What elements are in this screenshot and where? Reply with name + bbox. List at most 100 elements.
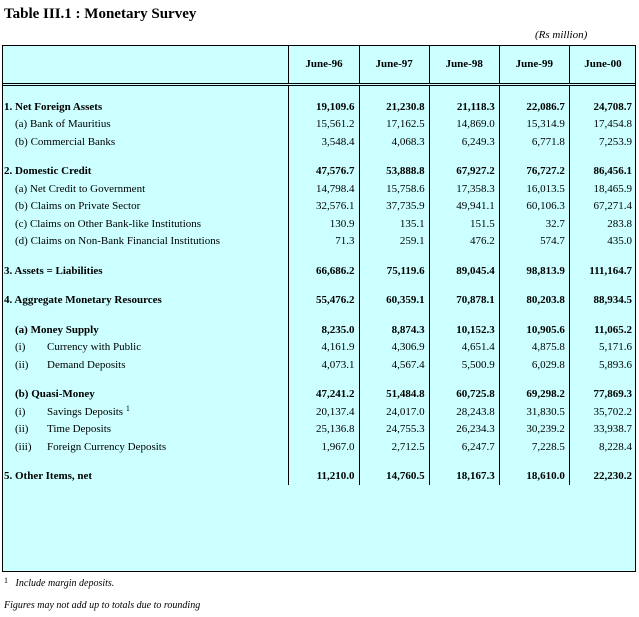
row-label: (i) Currency with Public (2, 339, 289, 357)
spacer-cell (498, 309, 570, 321)
row-label: (ii) Time Deposits (2, 421, 289, 439)
spacer-cell (568, 84, 636, 98)
table-row: (a) Money Supply 8,235.0 8,874.3 10,152.3 10… (2, 321, 636, 339)
value-cell: 22,086.7 (498, 98, 570, 116)
value-cell: 55,476.2 (288, 291, 360, 309)
value-cell: 18,465.9 (568, 180, 636, 198)
value-cell: 71.3 (288, 232, 360, 250)
value-cell: 10,152.3 (428, 321, 500, 339)
row-label: 5. Other Items, net (2, 468, 289, 486)
value-cell: 3,548.4 (288, 133, 360, 151)
value-cell: 17,358.3 (428, 180, 500, 198)
value-cell: 20,137.4 (288, 403, 360, 421)
column-header: June-97 (358, 45, 430, 86)
column-header: June-98 (428, 45, 500, 86)
spacer-row (2, 150, 636, 163)
value-cell: 2,712.5 (358, 438, 430, 456)
value-cell: 69,298.2 (498, 385, 570, 403)
value-cell: 259.1 (358, 232, 430, 250)
spacer-cell (288, 279, 360, 292)
footnote-text: Include margin deposits. (15, 578, 115, 589)
spacer-cell (288, 150, 360, 163)
spacer-cell (428, 279, 500, 292)
value-cell: 24,017.0 (358, 403, 430, 421)
value-cell: 24,755.3 (358, 420, 430, 438)
value-cell: 5,893.6 (568, 356, 636, 374)
spacer-cell (568, 150, 636, 163)
value-cell: 4,073.1 (288, 356, 360, 374)
row-label: (b) Claims on Private Sector (2, 198, 289, 216)
spacer-row (2, 250, 636, 262)
value-cell: 28,243.8 (428, 403, 500, 421)
spacer-cell (358, 250, 430, 262)
column-header: June-00 (568, 45, 636, 86)
value-cell: 18,610.0 (498, 467, 570, 485)
spacer-cell (568, 455, 636, 468)
spacer-cell (288, 309, 360, 321)
value-cell: 98,813.9 (498, 262, 570, 280)
spacer-cell (358, 279, 430, 292)
value-cell: 76,727.2 (498, 162, 570, 180)
table-row: 3. Assets = Liabilities 66,686.2 75,119.6 8… (2, 262, 636, 280)
table-row: (ii) Demand Deposits 4,073.1 4,567.4 5,500.9… (2, 356, 636, 374)
value-cell: 14,760.5 (358, 467, 430, 485)
row-label: 3. Assets = Liabilities (2, 262, 289, 280)
row-label: (a) Money Supply (2, 321, 289, 339)
spacer-cell (288, 373, 360, 386)
value-cell: 51,484.8 (358, 385, 430, 403)
value-cell: 60,725.8 (428, 385, 500, 403)
value-cell: 4,161.9 (288, 338, 360, 356)
value-cell: 283.8 (568, 215, 636, 233)
value-cell: 60,106.3 (498, 197, 570, 215)
value-cell: 86,456.1 (568, 162, 636, 180)
spacer-cell (2, 456, 289, 468)
item-label: Demand Deposits (47, 358, 126, 371)
footnote-mark: 1 (4, 576, 8, 585)
spacer-cell (568, 309, 636, 321)
spacer-cell (428, 455, 500, 468)
spacer-cell (568, 279, 636, 292)
spacer-cell (428, 250, 500, 262)
item-label: Currency with Public (47, 341, 142, 354)
table-body: 1. Net Foreign Assets 19,109.6 21,230.8 21,… (2, 84, 636, 486)
spacer-cell (498, 250, 570, 262)
spacer-row (2, 309, 636, 321)
value-cell: 4,651.4 (428, 338, 500, 356)
row-label: (d) Claims on Non-Bank Financial Institu… (2, 233, 289, 251)
value-cell: 11,210.0 (288, 467, 360, 485)
spacer-cell (428, 373, 500, 386)
item-label: 4. Aggregate Monetary Resources (4, 294, 162, 307)
footnote-ref: 1 (125, 403, 130, 413)
item-label: 5. Other Items, net (4, 470, 93, 483)
value-cell: 10,905.6 (498, 321, 570, 339)
value-cell: 8,228.4 (568, 438, 636, 456)
spacer-cell (498, 373, 570, 386)
item-label: (b) Commercial Banks (15, 135, 116, 148)
row-label: (i) Savings Deposits 1 (2, 403, 289, 421)
value-cell: 25,136.8 (288, 420, 360, 438)
item-label: 1. Net Foreign Assets (4, 100, 103, 113)
value-cell: 67,271.4 (568, 197, 636, 215)
row-label: (ii) Demand Deposits (2, 356, 289, 374)
value-cell: 22,230.2 (568, 467, 636, 485)
spacer-cell (428, 309, 500, 321)
row-label: (iii) Foreign Currency Deposits (2, 438, 289, 456)
value-cell: 1,967.0 (288, 438, 360, 456)
value-cell: 32,576.1 (288, 197, 360, 215)
value-cell: 17,162.5 (358, 115, 430, 133)
value-cell: 15,561.2 (288, 115, 360, 133)
value-cell: 15,314.9 (498, 115, 570, 133)
spacer-cell (2, 85, 289, 99)
item-label: 2. Domestic Credit (4, 165, 92, 178)
value-cell: 574.7 (498, 232, 570, 250)
table-row: 1. Net Foreign Assets 19,109.6 21,230.8 21,… (2, 98, 636, 116)
header-row: June-96 June-97 June-98 June-99 June-00 (2, 45, 636, 86)
row-label: (b) Quasi-Money (2, 386, 289, 404)
table-row: (a) Bank of Mauritius 15,561.2 17,162.5 14,… (2, 115, 636, 133)
spacer-cell (358, 84, 430, 98)
table-row: 2. Domestic Credit 47,576.7 53,888.8 67,927… (2, 162, 636, 180)
spacer-cell (2, 151, 289, 163)
value-cell: 8,235.0 (288, 321, 360, 339)
item-label: Time Deposits (47, 423, 112, 436)
table-row: (b) Commercial Banks 3,548.4 4,068.3 6,249.… (2, 133, 636, 151)
